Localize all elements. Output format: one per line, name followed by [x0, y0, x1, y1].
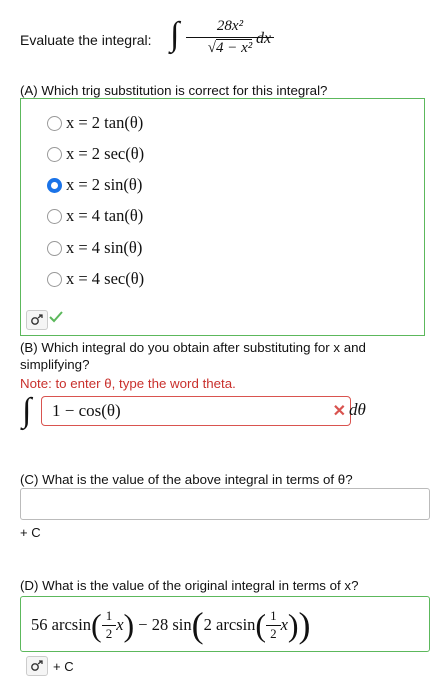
partD-answer-box[interactable]: 56 arcsin ( 12 x ) − 28 sin ( 2 arcsin (…: [20, 596, 430, 652]
radicand: 4 − x²: [215, 39, 253, 56]
fraction-inner: 12: [266, 608, 281, 641]
partA-question: (A) Which trig substitution is correct f…: [20, 83, 328, 98]
coef2: 28: [151, 615, 169, 634]
coef1: 56: [31, 615, 48, 634]
paren-open: (: [91, 607, 102, 643]
option-radio-0[interactable]: [47, 116, 62, 131]
fraction: 12: [101, 608, 117, 641]
frac-den-inner: 2: [270, 625, 277, 641]
correct-check-icon: [49, 311, 63, 323]
option-label-2[interactable]: x = 2 sin(θ): [66, 175, 142, 195]
option-radio-5[interactable]: [47, 272, 62, 287]
partB-input-value: 1 − cos(θ): [52, 401, 121, 420]
fn2: sin: [172, 615, 192, 634]
incorrect-x-icon: ✕: [332, 403, 346, 420]
symbol-keyboard-icon: [31, 314, 43, 325]
paren-open-outer: (: [191, 605, 204, 645]
option-radio-3[interactable]: [47, 209, 62, 224]
partC-input[interactable]: [20, 488, 430, 520]
fn1: arcsin: [51, 615, 92, 634]
partB-input[interactable]: 1 − cos(θ) ✕: [41, 396, 351, 426]
frac-num: 1: [101, 608, 117, 626]
partC-question: (C) What is the value of the above integ…: [20, 472, 353, 487]
paren-close: ): [123, 607, 135, 643]
prompt-differential: dx: [256, 30, 272, 47]
partB-integral-sign: ∫: [22, 392, 32, 429]
paren-close-outer: ): [298, 605, 311, 645]
option-label-0[interactable]: x = 2 tan(θ): [66, 113, 143, 133]
partB-question-line1: (B) Which integral do you obtain after s…: [20, 340, 366, 355]
integral-sign: ∫: [170, 16, 180, 53]
partD-question: (D) What is the value of the original in…: [20, 578, 359, 593]
inner-coef: 2: [203, 615, 212, 634]
sqrt-icon: √: [207, 40, 216, 56]
symbol-keyboard-icon: [31, 660, 43, 671]
option-label-4[interactable]: x = 4 sin(θ): [66, 238, 142, 258]
paren-close-inner: ): [287, 607, 299, 643]
partC-suffix: + C: [20, 525, 41, 540]
frac-den: 2: [105, 625, 113, 641]
option-label-3[interactable]: x = 4 tan(θ): [66, 206, 143, 226]
paren-open-inner: (: [255, 607, 267, 643]
var-inner: x: [280, 615, 288, 634]
frac-num-inner: 1: [266, 608, 281, 626]
prompt: Evaluate the integral: ∫ 28x² √4 − x² dx: [20, 14, 420, 74]
prompt-label: Evaluate the integral:: [20, 32, 152, 48]
minus: −: [138, 615, 148, 634]
fn3: arcsin: [216, 615, 256, 634]
option-radio-2[interactable]: [47, 178, 62, 193]
var: x: [116, 615, 124, 634]
partB-differential: dθ: [349, 400, 366, 419]
option-radio-4[interactable]: [47, 241, 62, 256]
partD-answer-expression: 56 arcsin ( 12 x ) − 28 sin ( 2 arcsin (…: [31, 605, 311, 645]
partD-keyboard-button[interactable]: [26, 656, 48, 676]
partD-suffix: + C: [53, 659, 74, 674]
partA-keyboard-button[interactable]: [26, 310, 48, 330]
option-label-5[interactable]: x = 4 sec(θ): [66, 269, 144, 289]
option-radio-1[interactable]: [47, 147, 62, 162]
option-label-1[interactable]: x = 2 sec(θ): [66, 144, 144, 164]
partB-question-line2: simplifying?: [20, 357, 90, 372]
partB-note: Note: to enter θ, type the word theta.: [20, 376, 236, 391]
